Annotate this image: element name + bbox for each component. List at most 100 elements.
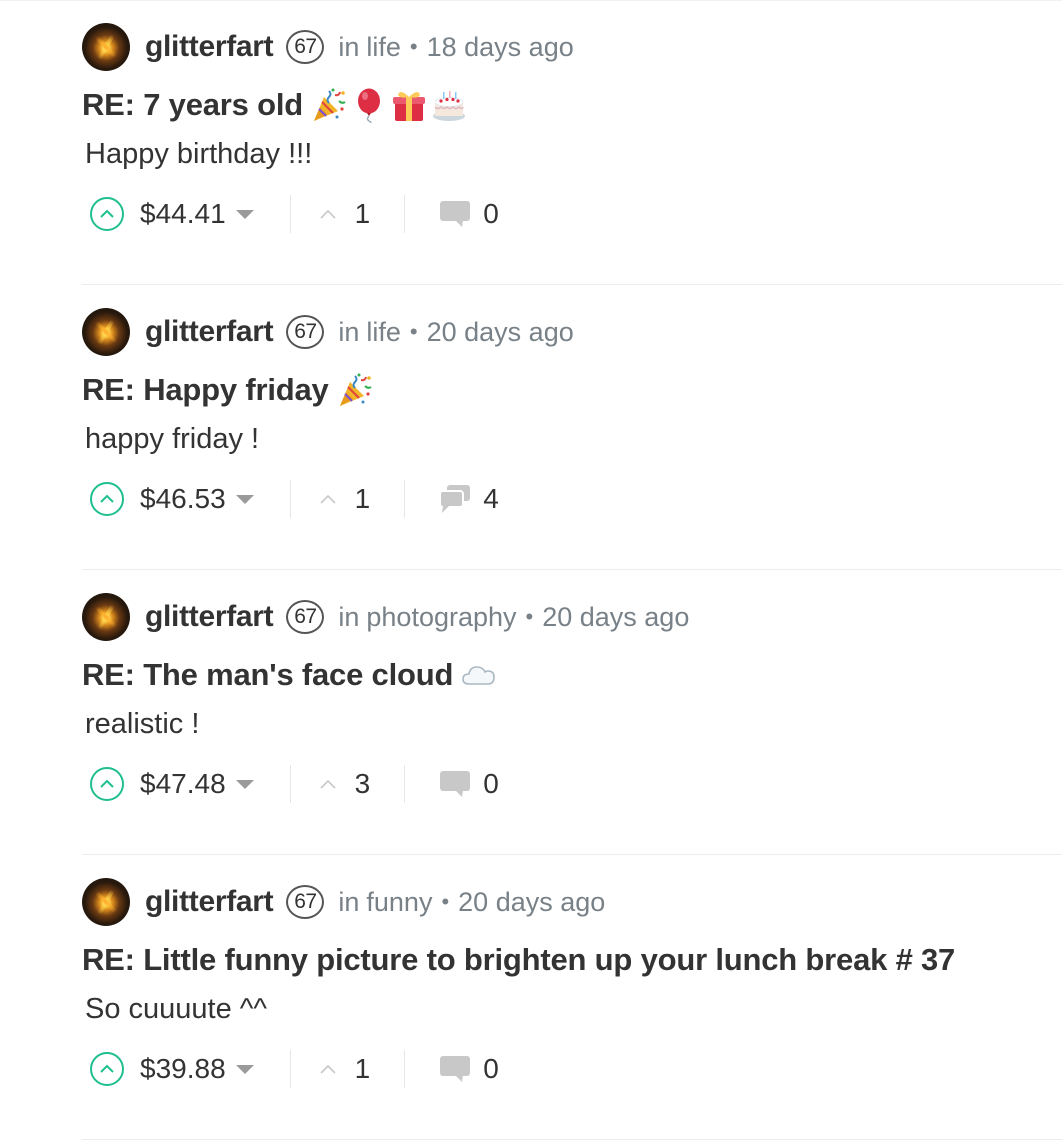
reputation-badge: 67 bbox=[286, 315, 325, 349]
vote-count: 1 bbox=[354, 198, 371, 229]
voters-dropdown[interactable]: 1 bbox=[319, 483, 371, 515]
chevron-up-icon bbox=[320, 209, 336, 219]
author-link[interactable]: glitterfart bbox=[145, 885, 274, 919]
upvote-button[interactable] bbox=[90, 197, 124, 231]
post-title[interactable]: RE: 7 years old bbox=[82, 87, 303, 123]
meta-separator: • bbox=[409, 34, 418, 59]
category-prefix: in bbox=[338, 316, 360, 347]
party-popper-emoji bbox=[339, 373, 372, 406]
author-link[interactable]: glitterfart bbox=[145, 315, 274, 349]
post-header: glitterfart 67 in life • 18 days ago bbox=[82, 22, 574, 72]
upvote-button[interactable] bbox=[90, 1052, 124, 1086]
footer-divider bbox=[289, 1050, 291, 1088]
payout-dropdown[interactable]: $47.48 bbox=[140, 768, 254, 800]
cloud-emoji bbox=[462, 666, 496, 685]
post-title[interactable]: RE: The man's face cloud bbox=[82, 657, 453, 693]
caret-down-icon bbox=[235, 209, 254, 219]
comment-icon bbox=[440, 201, 471, 227]
meta-separator: • bbox=[409, 319, 418, 344]
party-popper-emoji bbox=[313, 88, 346, 121]
feed-item: glitterfart 67 in life • 18 days ago RE:… bbox=[82, 0, 1062, 285]
comment-icon bbox=[440, 1056, 471, 1082]
vote-count: 1 bbox=[354, 483, 371, 514]
footer-divider bbox=[404, 195, 406, 233]
post-timestamp[interactable]: 18 days ago bbox=[427, 32, 574, 63]
post-body: Happy birthday !!! bbox=[85, 138, 313, 170]
caret-down-icon bbox=[235, 1064, 254, 1074]
replies-link[interactable]: 0 bbox=[439, 1053, 499, 1085]
avatar[interactable] bbox=[82, 23, 130, 71]
post-body: So cuuuute ^^ bbox=[85, 993, 268, 1025]
comment-feed: glitterfart 67 in life • 18 days ago RE:… bbox=[82, 0, 1062, 1140]
title-emojis bbox=[461, 657, 497, 693]
footer-divider bbox=[289, 480, 291, 518]
avatar[interactable] bbox=[82, 878, 130, 926]
upvote-button[interactable] bbox=[90, 482, 124, 516]
title-emojis bbox=[337, 372, 373, 408]
payout-value: $47.48 bbox=[140, 768, 226, 799]
post-title-row[interactable]: RE: Little funny picture to brighten up … bbox=[82, 937, 955, 983]
replies-link[interactable]: 4 bbox=[439, 483, 499, 515]
meta-separator: • bbox=[525, 604, 534, 629]
payout-dropdown[interactable]: $39.88 bbox=[140, 1053, 254, 1085]
post-timestamp[interactable]: 20 days ago bbox=[458, 887, 605, 918]
comment-icon bbox=[440, 771, 471, 797]
avatar[interactable] bbox=[82, 593, 130, 641]
meta-separator: • bbox=[441, 889, 450, 914]
post-footer: $46.53 1 4 bbox=[90, 478, 499, 520]
upvote-button[interactable] bbox=[90, 767, 124, 801]
author-link[interactable]: glitterfart bbox=[145, 600, 274, 634]
replies-link[interactable]: 0 bbox=[439, 768, 499, 800]
post-title[interactable]: RE: Little funny picture to brighten up … bbox=[82, 942, 955, 978]
post-footer: $39.88 1 0 bbox=[90, 1048, 499, 1090]
post-title-row[interactable]: RE: 7 years old bbox=[82, 82, 467, 128]
footer-divider bbox=[404, 1050, 406, 1088]
chevron-up-icon bbox=[320, 779, 336, 789]
voters-dropdown[interactable]: 1 bbox=[319, 1053, 371, 1085]
feed-item: glitterfart 67 in life • 20 days ago RE:… bbox=[82, 285, 1062, 570]
payout-value: $46.53 bbox=[140, 483, 226, 514]
vote-count: 3 bbox=[354, 768, 371, 799]
voters-dropdown[interactable]: 1 bbox=[319, 198, 371, 230]
post-header: glitterfart 67 in life • 20 days ago bbox=[82, 307, 574, 357]
post-header: glitterfart 67 in funny • 20 days ago bbox=[82, 877, 605, 927]
post-title-row[interactable]: RE: Happy friday bbox=[82, 367, 373, 413]
post-timestamp[interactable]: 20 days ago bbox=[427, 317, 574, 348]
category-prefix: in bbox=[338, 601, 360, 632]
footer-divider bbox=[404, 480, 406, 518]
category-prefix: in bbox=[338, 886, 360, 917]
gift-emoji bbox=[392, 91, 425, 121]
birthday-cake-emoji bbox=[432, 91, 465, 121]
replies-link[interactable]: 0 bbox=[439, 198, 499, 230]
post-title-row[interactable]: RE: The man's face cloud bbox=[82, 652, 497, 698]
feed-item: glitterfart 67 in funny • 20 days ago RE… bbox=[82, 855, 1062, 1140]
reputation-badge: 67 bbox=[286, 600, 325, 634]
caret-down-icon bbox=[235, 779, 254, 789]
payout-dropdown[interactable]: $44.41 bbox=[140, 198, 254, 230]
author-link[interactable]: glitterfart bbox=[145, 30, 274, 64]
payout-value: $39.88 bbox=[140, 1053, 226, 1084]
chevron-up-icon bbox=[100, 494, 114, 503]
category-link[interactable]: life bbox=[366, 317, 401, 348]
chevron-up-icon bbox=[320, 494, 336, 504]
chevron-up-icon bbox=[100, 779, 114, 788]
avatar[interactable] bbox=[82, 308, 130, 356]
caret-down-icon bbox=[235, 494, 254, 504]
voters-dropdown[interactable]: 3 bbox=[319, 768, 371, 800]
chevron-up-icon bbox=[100, 1064, 114, 1073]
category-link[interactable]: life bbox=[366, 32, 401, 63]
category-link[interactable]: photography bbox=[366, 602, 516, 633]
post-title[interactable]: RE: Happy friday bbox=[82, 372, 329, 408]
chevron-up-icon bbox=[100, 209, 114, 218]
reputation-badge: 67 bbox=[286, 885, 325, 919]
footer-divider bbox=[289, 765, 291, 803]
post-body: realistic ! bbox=[85, 708, 200, 740]
footer-divider bbox=[289, 195, 291, 233]
post-timestamp[interactable]: 20 days ago bbox=[542, 602, 689, 633]
payout-dropdown[interactable]: $46.53 bbox=[140, 483, 254, 515]
feed-item: glitterfart 67 in photography • 20 days … bbox=[82, 570, 1062, 855]
post-footer: $47.48 3 0 bbox=[90, 763, 499, 805]
payout-value: $44.41 bbox=[140, 198, 226, 229]
category-link[interactable]: funny bbox=[366, 887, 432, 918]
vote-count: 1 bbox=[354, 1053, 371, 1084]
